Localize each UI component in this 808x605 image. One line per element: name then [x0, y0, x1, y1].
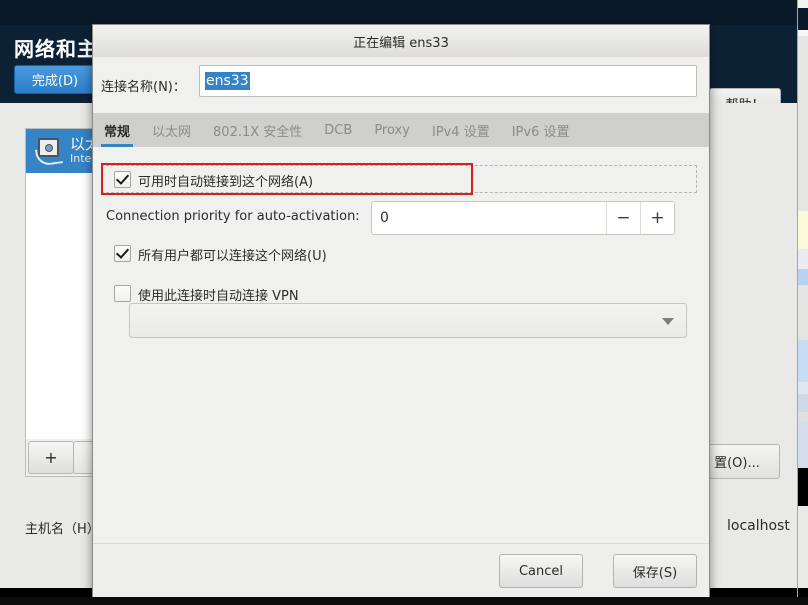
screen: 网络和主机名 完成(D) 帮助！ 以太网 Intel ( + — [0, 0, 808, 605]
hostname-label: 主机名（H） — [25, 522, 100, 537]
save-button[interactable]: 保存(S) — [613, 554, 697, 588]
priority-decrement-button[interactable]: − — [606, 202, 640, 234]
dialog-tabs: 常规 以太网 802.1X 安全性 DCB Proxy IPv4 设置 IPv6… — [93, 113, 709, 148]
autoconnect-checkbox[interactable] — [114, 171, 131, 188]
connection-name-row: 连接名称(N)： ens33 — [93, 57, 709, 113]
done-button[interactable]: 完成(D) — [14, 65, 96, 94]
priority-stepper[interactable]: 0 − + — [371, 201, 675, 235]
tab-8021x-security[interactable]: 802.1X 安全性 — [202, 113, 313, 147]
tab-proxy[interactable]: Proxy — [363, 113, 421, 147]
background-window-titlebar — [0, 0, 798, 25]
desktop-taskbar-strip — [0, 597, 808, 605]
dialog-footer: Cancel 保存(S) — [93, 543, 709, 597]
tab-ethernet[interactable]: 以太网 — [141, 113, 202, 147]
background-window-right-sliver — [797, 0, 808, 605]
all-users-checkbox[interactable] — [114, 245, 131, 262]
auto-vpn-label: 使用此连接时自动连接 VPN — [138, 289, 299, 304]
tab-ipv6-settings[interactable]: IPv6 设置 — [501, 113, 581, 147]
vpn-select[interactable] — [129, 303, 687, 338]
connection-name-input[interactable]: ens33 — [199, 65, 697, 97]
tab-ipv4-settings[interactable]: IPv4 设置 — [421, 113, 501, 147]
ethernet-icon — [34, 138, 64, 167]
tab-dcb[interactable]: DCB — [313, 113, 363, 147]
current-hostname-value: localhost — [727, 518, 790, 534]
priority-value[interactable]: 0 — [372, 202, 606, 234]
connection-name-value: ens33 — [205, 72, 250, 90]
tab-general[interactable]: 常规 — [93, 113, 141, 147]
autoconnect-label: 可用时自动链接到这个网络(A) — [138, 175, 314, 190]
priority-label: Connection priority for auto-activation: — [106, 209, 360, 224]
auto-vpn-checkbox[interactable] — [114, 285, 131, 302]
add-connection-button[interactable]: + — [28, 441, 74, 474]
connection-name-label: 连接名称(N)： — [101, 80, 186, 95]
dialog-titlebar: 正在编辑 ens33 — [93, 25, 709, 58]
dialog-content-general: 可用时自动链接到这个网络(A) Connection priority for … — [93, 147, 709, 560]
edit-connection-dialog: 正在编辑 ens33 连接名称(N)： ens33 常规 以太网 802.1X … — [92, 24, 710, 598]
chevron-down-icon — [662, 318, 674, 325]
cancel-button[interactable]: Cancel — [499, 554, 583, 588]
priority-increment-button[interactable]: + — [640, 202, 674, 234]
all-users-label: 所有用户都可以连接这个网络(U) — [138, 249, 327, 264]
dialog-title: 正在编辑 ens33 — [353, 35, 449, 51]
